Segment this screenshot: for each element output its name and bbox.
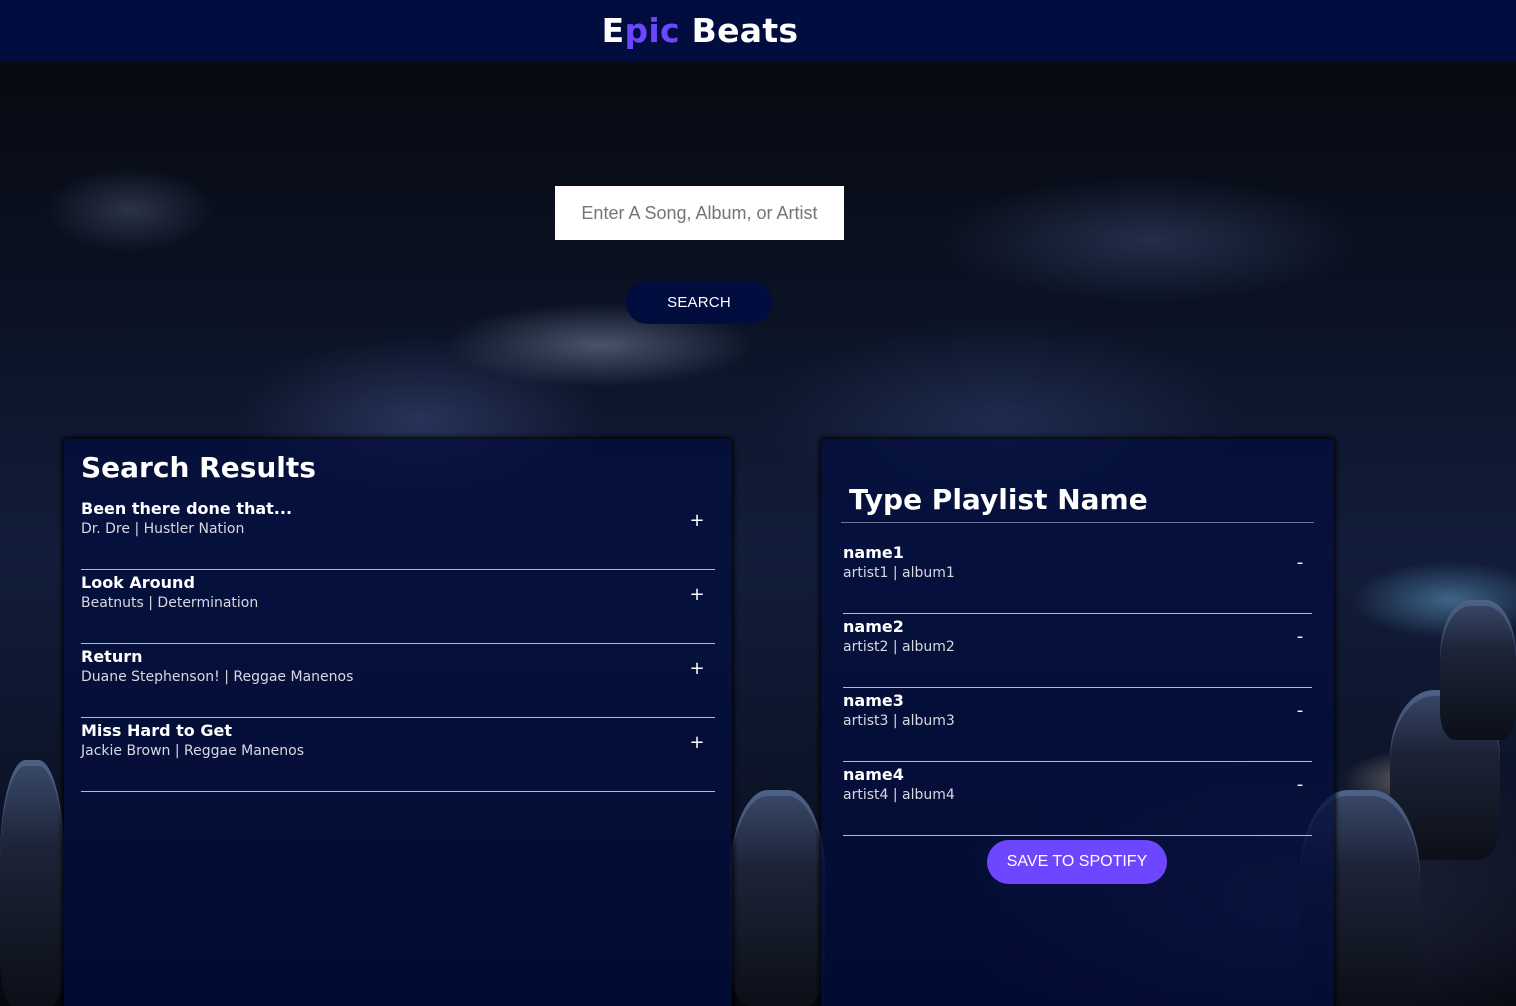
top-bar: Epic Beats bbox=[0, 0, 1516, 61]
track-name: name1 bbox=[843, 543, 904, 562]
add-track-button[interactable]: + bbox=[685, 657, 709, 681]
add-track-button[interactable]: + bbox=[685, 509, 709, 533]
search-input[interactable] bbox=[555, 186, 844, 240]
add-track-button[interactable]: + bbox=[685, 731, 709, 755]
track-artist-album: artist4 | album4 bbox=[843, 787, 955, 803]
save-to-spotify-button[interactable]: SAVE TO SPOTIFY bbox=[987, 840, 1167, 884]
track-artist-album: artist2 | album2 bbox=[843, 639, 955, 655]
remove-track-button[interactable]: - bbox=[1288, 625, 1312, 649]
track-artist-album: Duane Stephenson! | Reggae Manenos bbox=[81, 669, 354, 685]
track-name: name3 bbox=[843, 691, 904, 710]
background-knob bbox=[1440, 600, 1516, 740]
track-name: Been there done that... bbox=[81, 499, 293, 518]
track-artist-album: Beatnuts | Determination bbox=[81, 595, 259, 611]
playlist-track-row: name3 artist3 | album3 - bbox=[843, 689, 1312, 762]
playlist-track-row: name2 artist2 | album2 - bbox=[843, 615, 1312, 688]
background-knob bbox=[0, 760, 64, 1006]
result-track-row: Miss Hard to Get Jackie Brown | Reggae M… bbox=[81, 719, 715, 792]
app-logo: Epic Beats bbox=[0, 0, 1400, 61]
playlist-track-row: name4 artist4 | album4 - bbox=[843, 763, 1312, 836]
track-name: Look Around bbox=[81, 573, 195, 592]
search-results-panel: Search Results Been there done that... D… bbox=[64, 439, 732, 1006]
add-track-button[interactable]: + bbox=[685, 583, 709, 607]
remove-track-button[interactable]: - bbox=[1288, 699, 1312, 723]
logo-letter-e: E bbox=[601, 11, 625, 50]
search-button[interactable]: SEARCH bbox=[626, 281, 772, 324]
track-name: Miss Hard to Get bbox=[81, 721, 232, 740]
result-track-row: Return Duane Stephenson! | Reggae Maneno… bbox=[81, 645, 715, 718]
track-name: Return bbox=[81, 647, 143, 666]
logo-accent-text: pic bbox=[624, 11, 680, 50]
track-name: name2 bbox=[843, 617, 904, 636]
playlist-panel: name1 artist1 | album1 - name2 artist2 |… bbox=[821, 439, 1334, 1006]
logo-text: Beats bbox=[679, 11, 799, 50]
track-artist-album: artist3 | album3 bbox=[843, 713, 955, 729]
track-artist-album: Jackie Brown | Reggae Manenos bbox=[81, 743, 305, 759]
remove-track-button[interactable]: - bbox=[1288, 551, 1312, 575]
track-artist-album: artist1 | album1 bbox=[843, 565, 955, 581]
result-track-row: Look Around Beatnuts | Determination + bbox=[81, 571, 715, 644]
search-results-list: Been there done that... Dr. Dre | Hustle… bbox=[81, 497, 715, 792]
track-artist-album: Dr. Dre | Hustler Nation bbox=[81, 521, 245, 537]
track-name: name4 bbox=[843, 765, 904, 784]
result-track-row: Been there done that... Dr. Dre | Hustle… bbox=[81, 497, 715, 570]
background-knob bbox=[730, 790, 825, 1006]
playlist-track-list: name1 artist1 | album1 - name2 artist2 |… bbox=[843, 541, 1312, 836]
search-results-title: Search Results bbox=[81, 451, 316, 484]
playlist-name-input[interactable] bbox=[841, 477, 1314, 523]
remove-track-button[interactable]: - bbox=[1288, 773, 1312, 797]
playlist-track-row: name1 artist1 | album1 - bbox=[843, 541, 1312, 614]
